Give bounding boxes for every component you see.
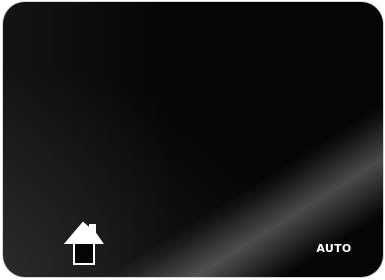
home-button[interactable] <box>64 218 118 268</box>
thermostat-screen: AUTO <box>3 2 383 277</box>
home-icon <box>64 221 104 265</box>
mode-button[interactable]: AUTO <box>309 241 359 257</box>
screen-glare <box>3 2 383 277</box>
